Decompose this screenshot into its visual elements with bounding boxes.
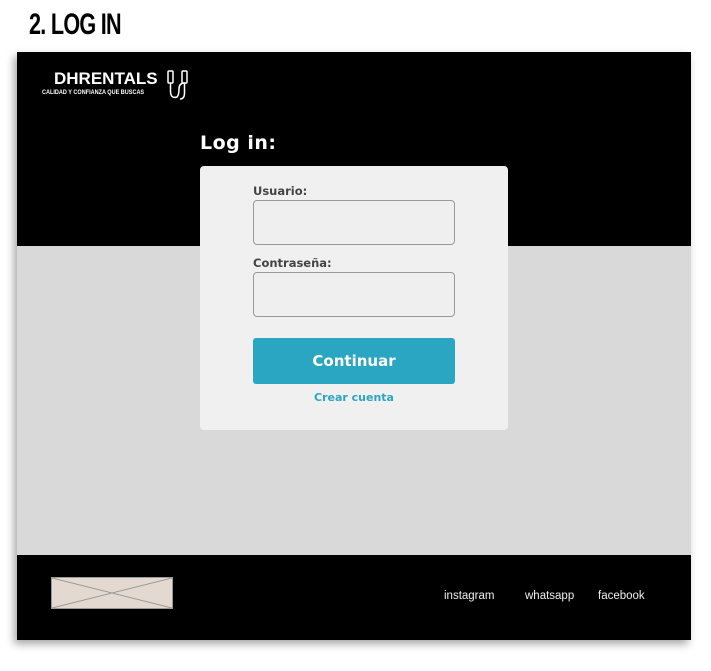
password-label: Contraseña:: [253, 256, 332, 270]
audio-cable-icon: [167, 70, 188, 100]
logo[interactable]: DHRENTALS CALIDAD Y CONFIANZA QUE BUSCAS: [42, 69, 188, 100]
page-title: 2. LOG IN: [29, 8, 122, 41]
brand-tagline: CALIDAD Y CONFIANZA QUE BUSCAS: [42, 89, 145, 96]
brand-name: DHRENTALS: [54, 69, 158, 88]
login-card: Usuario: Contraseña: Continuar Crear cue…: [200, 166, 508, 430]
image-placeholder: [51, 577, 173, 609]
create-account-link[interactable]: Crear cuenta: [253, 391, 455, 404]
footer: instagram whatsapp facebook: [17, 555, 691, 640]
login-title: Log in:: [200, 132, 277, 154]
user-input[interactable]: [253, 200, 455, 245]
user-label: Usuario:: [253, 184, 308, 198]
password-input[interactable]: [253, 272, 455, 317]
footer-link-facebook[interactable]: facebook: [598, 590, 645, 602]
footer-link-whatsapp[interactable]: whatsapp: [525, 590, 574, 602]
page-mockup: DHRENTALS CALIDAD Y CONFIANZA QUE BUSCAS…: [17, 52, 691, 640]
continue-button[interactable]: Continuar: [253, 338, 455, 384]
footer-link-instagram[interactable]: instagram: [444, 590, 495, 602]
